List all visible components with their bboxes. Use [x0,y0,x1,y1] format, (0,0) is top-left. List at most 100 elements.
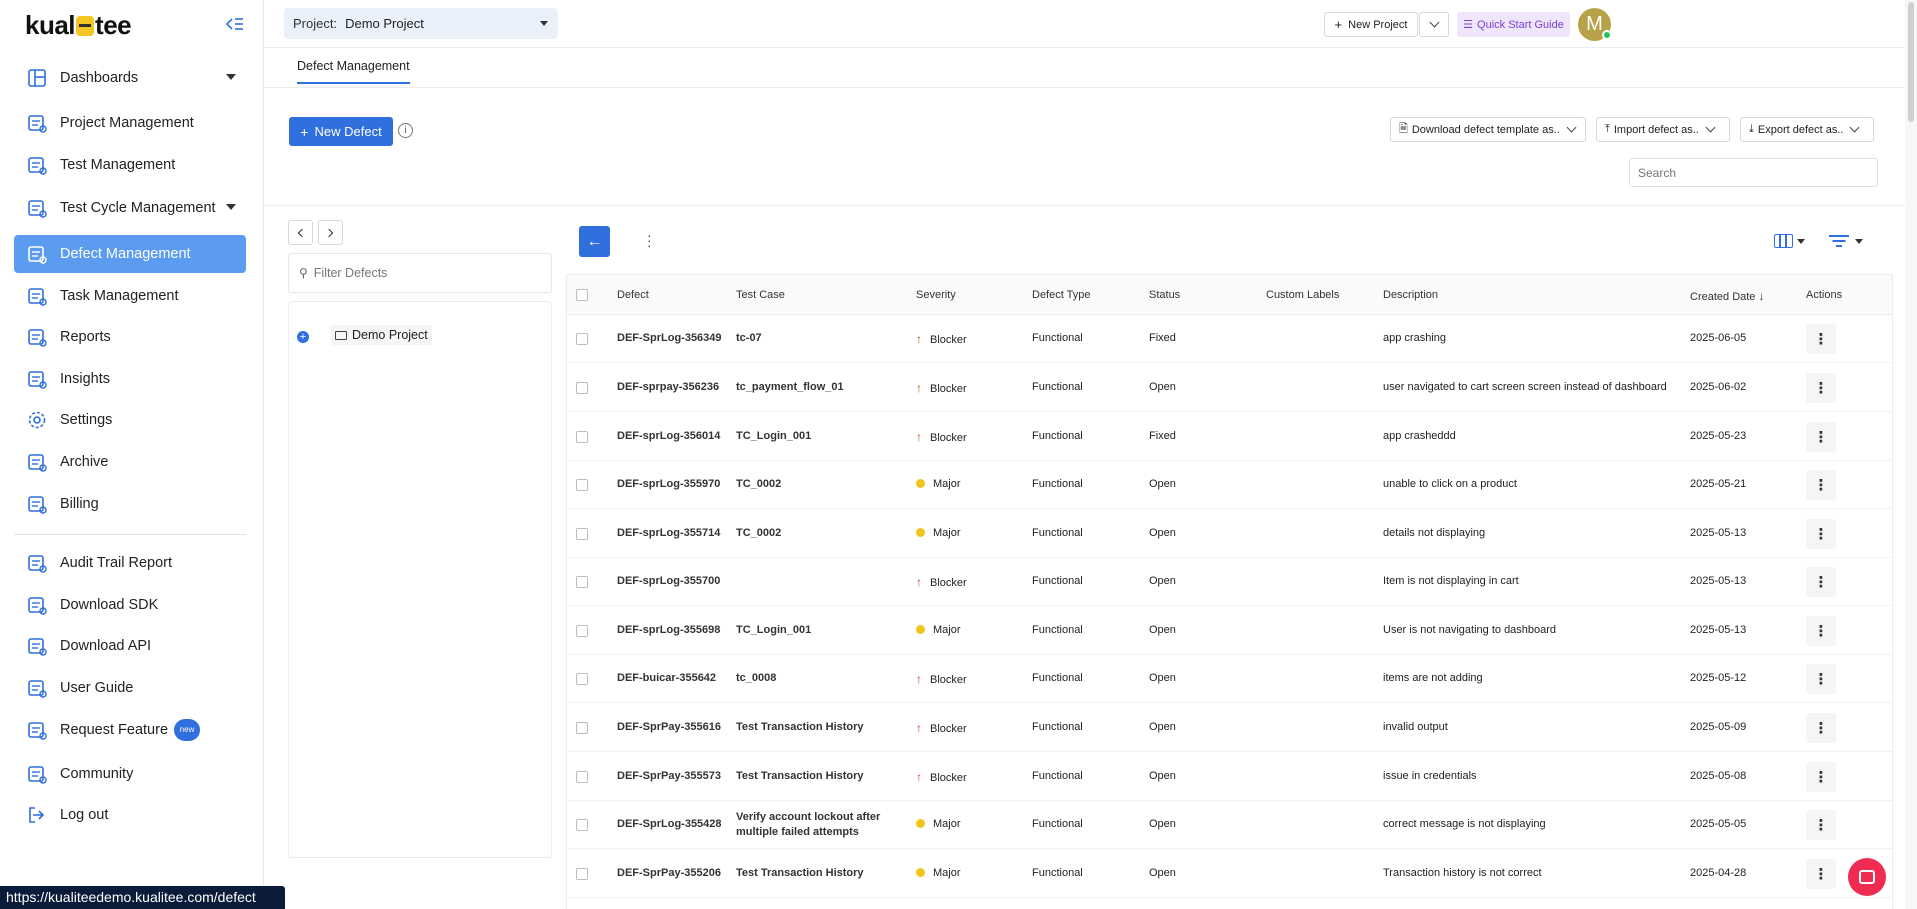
test-case[interactable]: tc_payment_flow_01 [736,381,844,393]
row-actions-button[interactable]: ⋮ [1806,762,1836,792]
row-checkbox[interactable] [576,382,588,394]
test-case[interactable]: TC_0002 [736,527,781,539]
defect-id[interactable]: DEF-sprLog-355714 [617,527,720,539]
defect-id[interactable]: DEF-SprLog-355428 [617,818,722,830]
sidebar-item-dashboards[interactable]: Dashboards [14,59,246,97]
back-arrow-button[interactable]: ← [579,226,610,257]
test-case[interactable]: Test Transaction History [736,721,864,733]
table-row[interactable]: DEF-sprLog-356014 TC_Login_001 ↑ Blocker Fun… [567,413,1892,461]
row-checkbox[interactable] [576,528,588,540]
row-actions-button[interactable]: ⋮ [1806,422,1836,452]
sidebar-item-insights[interactable]: Insights [14,360,246,398]
more-options-icon[interactable]: · · · [647,228,652,252]
row-actions-button[interactable]: ⋮ [1806,664,1836,694]
table-row[interactable]: DEF-sprLog-355970 TC_0002 Major Functional O… [567,461,1892,509]
sidebar-item-log-out[interactable]: Log out [14,796,246,834]
sidebar-item-archive[interactable]: Archive [14,443,246,481]
test-case[interactable]: Test Transaction History [736,770,864,782]
test-case[interactable]: tc-07 [736,332,762,344]
defect-id[interactable]: DEF-SprPay-355616 [617,721,721,733]
sidebar-item-request-feature[interactable]: Request Feature new [14,711,246,749]
column-header-defect-type[interactable]: Defect Type [1032,289,1091,301]
scrollbar-thumb[interactable] [1908,2,1914,122]
import-defect-button[interactable]: ⤒ Import defect as.. [1596,117,1730,142]
row-checkbox[interactable] [576,819,588,831]
column-header-defect[interactable]: Defect [617,289,649,301]
info-icon[interactable]: i [398,123,413,138]
caret-down-icon[interactable] [226,204,236,210]
sidebar-item-project-management[interactable]: Project Management [14,104,246,142]
column-header-created-date[interactable]: Created Date ↓ [1690,289,1765,303]
download-template-button[interactable]: 🗎 Download defect template as.. [1390,117,1586,142]
table-row[interactable]: DEF-buicar-355642 tc_0008 ↑ Blocker Function… [567,655,1892,703]
defect-id[interactable]: DEF-SprPay-355206 [617,867,721,879]
row-actions-button[interactable]: ⋮ [1806,567,1836,597]
sidebar-item-audit-trail-report[interactable]: Audit Trail Report [14,544,246,582]
new-project-dropdown-button[interactable] [1419,12,1449,37]
add-folder-icon[interactable]: + [297,331,309,343]
defect-id[interactable]: DEF-sprLog-355700 [617,575,720,587]
table-row[interactable]: DEF-SprPay-355616 Test Transaction Histor… [567,704,1892,752]
tab-defect-management[interactable]: Defect Management [297,59,410,84]
row-actions-button[interactable]: ⋮ [1806,470,1836,500]
row-checkbox[interactable] [576,333,588,345]
defect-id[interactable]: DEF-sprpay-356236 [617,381,719,393]
test-case[interactable]: Test Transaction History [736,867,864,879]
defect-id[interactable]: DEF-SprLog-356349 [617,332,722,344]
caret-down-icon[interactable] [226,74,236,80]
defect-id[interactable]: DEF-SprPay-355573 [617,770,721,782]
sidebar-item-settings[interactable]: Settings [14,401,246,439]
row-actions-button[interactable]: ⋮ [1806,810,1836,840]
column-toggle-button[interactable] [1774,234,1805,248]
row-actions-button[interactable]: ⋮ [1806,519,1836,549]
test-case[interactable]: TC_0002 [736,478,781,490]
export-defect-button[interactable]: ⤓ Export defect as.. [1740,117,1874,142]
tree-node-demo-project[interactable]: Demo Project [331,325,432,345]
sidebar-item-reports[interactable]: Reports [14,318,246,356]
column-header-test-case[interactable]: Test Case [736,289,785,301]
row-actions-button[interactable]: ⋮ [1806,616,1836,646]
sidebar-item-user-guide[interactable]: User Guide [14,669,246,707]
table-row[interactable]: DEF-sprLog-355700 ↑ Blocker Functional Open I… [567,558,1892,606]
row-actions-button[interactable]: ⋮ [1806,859,1836,889]
sidebar-item-test-cycle-management[interactable]: Test Cycle Management [14,189,246,227]
search-input[interactable] [1629,158,1878,187]
table-row[interactable]: DEF-sprLog-355698 TC_Login_001 Major Functi… [567,607,1892,655]
defect-id[interactable]: DEF-sprLog-355970 [617,478,720,490]
new-defect-button[interactable]: + New Defect [289,117,393,146]
row-actions-button[interactable]: ⋮ [1806,324,1836,354]
sidebar-item-download-sdk[interactable]: Download SDK [14,586,246,624]
defect-id[interactable]: DEF-sprLog-356014 [617,430,720,442]
row-checkbox[interactable] [576,868,588,880]
sidebar-item-download-api[interactable]: Download API [14,627,246,665]
table-row[interactable]: DEF-sprLog-355714 TC_0002 Major Functional O… [567,510,1892,558]
row-actions-button[interactable]: ⋮ [1806,713,1836,743]
row-checkbox[interactable] [576,479,588,491]
row-checkbox[interactable] [576,625,588,637]
quick-start-guide-button[interactable]: ☰ Quick Start Guide [1457,12,1570,37]
chat-support-button[interactable] [1848,858,1886,896]
table-row[interactable]: DEF-SprLog-355428 Verify account lockout … [567,801,1892,849]
sidebar-item-test-management[interactable]: Test Management [14,146,246,184]
select-all-checkbox[interactable] [576,289,588,301]
row-actions-button[interactable]: ⋮ [1806,373,1836,403]
project-selector[interactable]: Project: Demo Project [284,8,558,39]
row-checkbox[interactable] [576,771,588,783]
row-checkbox[interactable] [576,722,588,734]
defect-id[interactable]: DEF-buicar-355642 [617,672,716,684]
table-row[interactable]: DEF-SprPay-355573 Test Transaction Histor… [567,753,1892,801]
table-row[interactable]: DEF-SprPay-355206 Test Transaction Histor… [567,850,1892,898]
table-row[interactable]: DEF-SprLog-356349 tc-07 ↑ Blocker Functional… [567,315,1892,363]
filter-defects-input[interactable]: ⚲ Filter Defects [288,253,552,293]
test-case[interactable]: tc_0008 [736,672,776,684]
test-case[interactable]: TC_Login_001 [736,430,811,442]
page-scrollbar[interactable] [1905,0,1917,909]
filter-button[interactable] [1829,234,1863,248]
collapse-sidebar-icon[interactable] [225,16,244,32]
next-page-button[interactable] [318,220,343,245]
test-case[interactable]: TC_Login_001 [736,624,811,636]
test-case[interactable]: Verify account lockout after multiple fa… [736,810,886,840]
avatar[interactable]: M [1578,8,1612,41]
sidebar-item-billing[interactable]: Billing [14,485,246,523]
row-checkbox[interactable] [576,576,588,588]
